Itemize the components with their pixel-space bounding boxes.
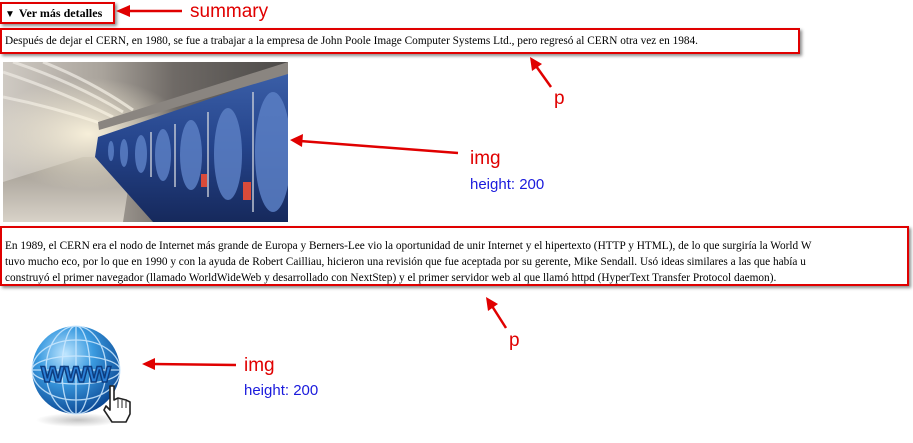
p1-annotation-label: p	[554, 88, 565, 109]
p2-annotation-label: p	[509, 330, 520, 351]
img2-annotation-label: img	[244, 355, 275, 376]
img2-height-annotation: height: 200	[244, 382, 319, 399]
summary-annotation-label: summary	[190, 1, 269, 22]
img1-annotation-label: img	[470, 148, 501, 169]
img1-height-annotation: height: 200	[470, 176, 545, 193]
annotation-arrows	[116, 5, 553, 370]
